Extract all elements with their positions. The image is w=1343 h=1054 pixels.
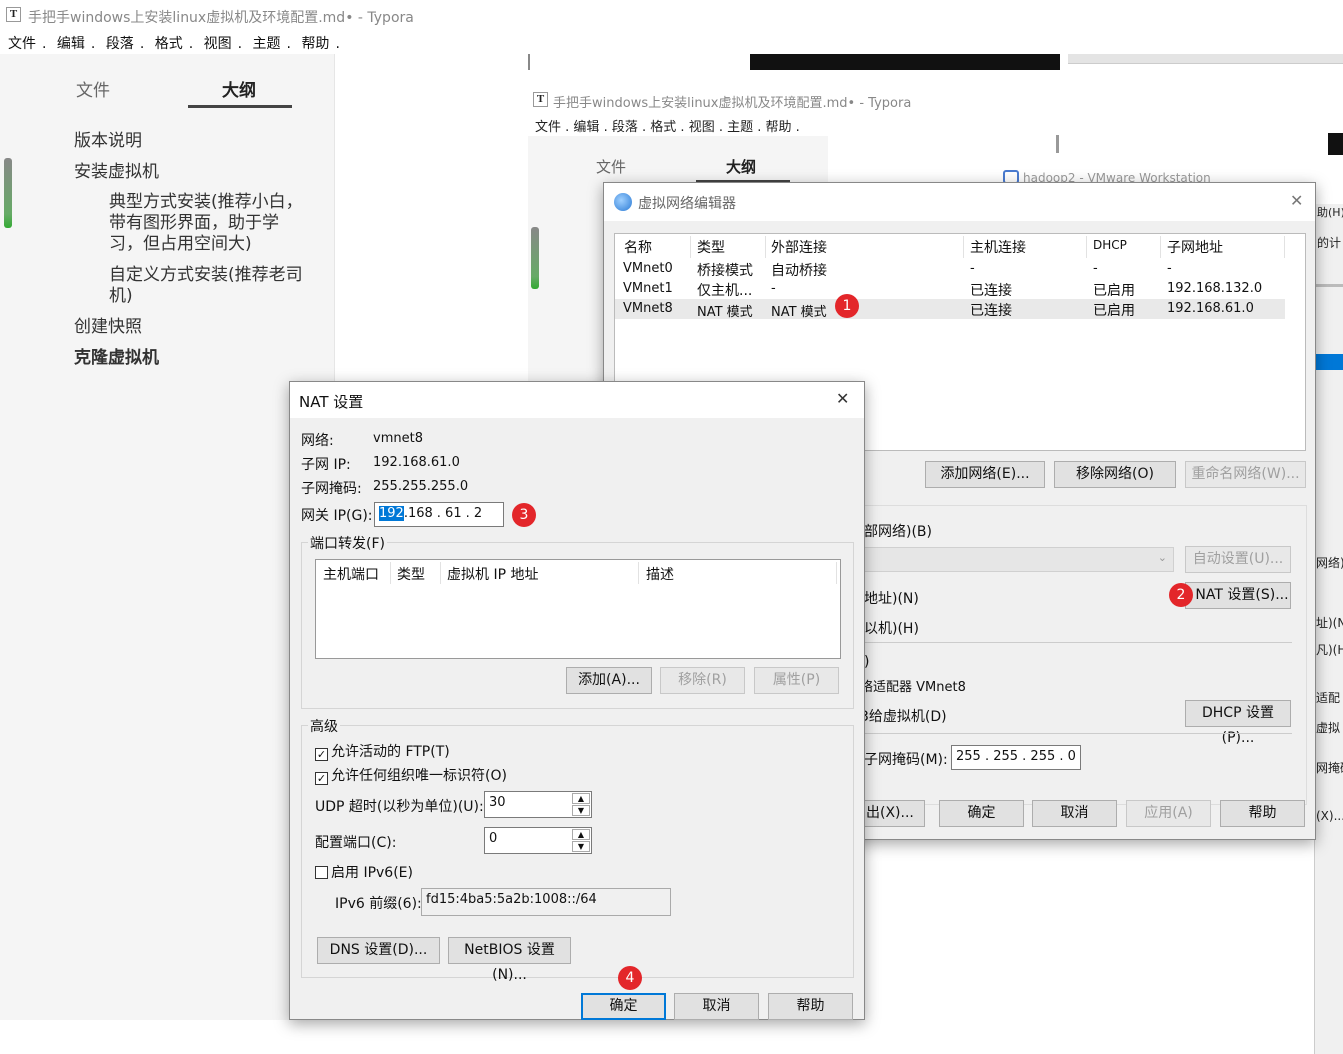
step-badge-3: 3 [512, 503, 536, 527]
nat-settings-dialog: NAT 设置 ✕ 网络: vmnet8 子网 IP: 192.168.61.0 … [289, 381, 865, 1020]
menu-theme[interactable]: 主题 [253, 36, 281, 52]
tab-files[interactable]: 文件 [76, 76, 110, 101]
outline-item-active[interactable]: 克隆虚拟机 [74, 348, 159, 369]
menu-view[interactable]: 视图 [204, 36, 232, 52]
remove-port-button[interactable]: 移除(R) [660, 667, 745, 694]
window-title: 手把手windows上安装linux虚拟机及环境配置.md• - Typora [28, 10, 414, 26]
menu-file[interactable]: 文件 [8, 36, 36, 52]
menu-bar: 文件. 编辑. 段落. 格式. 视图. 主题. 帮助. [8, 36, 340, 52]
subnet-value: 192.168.61.0 [373, 455, 460, 470]
chevron-down-icon: ⌄ [1157, 551, 1167, 564]
close-icon[interactable]: ✕ [836, 389, 849, 408]
scrollbar-thumb[interactable] [531, 227, 539, 289]
outline-item[interactable]: 创建快照 [74, 317, 142, 338]
menu-format[interactable]: 格式 [155, 36, 183, 52]
close-icon[interactable]: ✕ [1290, 191, 1303, 210]
vmware-side-panel: 助(H) 的计 网络) 址)(N 凡)(H) 适配 虚拟 网掩码 (X)... [1314, 204, 1343, 1054]
ipv6-prefix-input[interactable]: fd15:4ba5:5a2b:1008::/64 [421, 888, 671, 916]
tab-outline[interactable]: 大纲 [222, 76, 256, 101]
dns-settings-button[interactable]: DNS 设置(D)... [317, 937, 440, 964]
netbios-settings-button[interactable]: NetBIOS 设置(N)... [448, 937, 571, 983]
add-port-button[interactable]: 添加(A)... [566, 667, 652, 694]
auto-settings-button[interactable]: 自动设置(U)... [1185, 546, 1291, 573]
menu-bar: 文件 . 编辑 . 段落 . 格式 . 视图 . 主题 . 帮助 . [535, 120, 800, 135]
port-properties-button[interactable]: 属性(P) [754, 667, 839, 694]
table-row[interactable]: VMnet0 桥接模式 自动桥接 - - - [615, 259, 1285, 279]
vne-cancel-button[interactable]: 取消 [1032, 800, 1117, 827]
checkbox-checked-icon: ✓ [315, 748, 328, 761]
dhcp-settings-button[interactable]: DHCP 设置(P)... [1185, 700, 1291, 746]
step-badge-2: 2 [1169, 583, 1193, 607]
udp-timeout-spinner[interactable]: 30 ▲ ▼ [484, 791, 592, 818]
checkbox-unchecked-icon [315, 866, 328, 879]
menu-paragraph[interactable]: 段落 [106, 36, 134, 52]
export-button[interactable]: 出(X)... [862, 800, 925, 827]
dark-strip [750, 54, 1060, 70]
sidebar: 文件 大纲 版本说明 安装虚拟机 典型方式安装(推荐小白，带有图形界面，助于学习… [0, 54, 335, 1020]
vne-ok-button[interactable]: 确定 [939, 800, 1024, 827]
nat-ok-button[interactable]: 确定 [581, 993, 666, 1020]
vne-help-button[interactable]: 帮助 [1220, 800, 1305, 827]
network-value: vmnet8 [373, 431, 423, 446]
add-network-button[interactable]: 添加网络(E)... [925, 461, 1045, 488]
gateway-ip-input[interactable]: 192.168. 61. 2 [374, 502, 504, 527]
spin-up-icon[interactable]: ▲ [572, 793, 590, 804]
nat-cancel-button[interactable]: 取消 [674, 993, 759, 1020]
nat-title: NAT 设置 [299, 393, 364, 411]
rename-network-button[interactable]: 重命名网络(W)... [1185, 461, 1306, 488]
ipv6-checkbox[interactable]: 启用 IPv6(E) [315, 862, 413, 882]
menu-edit[interactable]: 编辑 [57, 36, 85, 52]
outline-item[interactable]: 自定义方式安装(推荐老司机) [109, 265, 309, 307]
typora-app-icon: T [6, 7, 21, 22]
outline-item[interactable]: 版本说明 [74, 131, 142, 152]
mask-value: 255.255.255.0 [373, 479, 469, 494]
menu-help[interactable]: 帮助 [301, 36, 329, 52]
vne-title: 虚拟网络编辑器 [638, 196, 736, 212]
nat-settings-button[interactable]: NAT 设置(S)... [1185, 582, 1291, 609]
bridge-select[interactable]: ⌄ [864, 547, 1174, 572]
config-port-spinner[interactable]: 0 ▲ ▼ [484, 827, 592, 854]
subnet-mask-input[interactable]: 255 . 255 . 255 . 0 [951, 745, 1081, 770]
ftp-checkbox[interactable]: ✓ 允许活动的 FTP(T) [315, 741, 450, 761]
port-forwarding-list[interactable]: 主机端口 类型 虚拟机 IP 地址 描述 [315, 559, 841, 659]
window-title: 手把手windows上安装linux虚拟机及环境配置.md• - Typora [553, 96, 912, 111]
outline-item[interactable]: 安装虚拟机 [74, 162, 159, 183]
nat-help-button[interactable]: 帮助 [768, 993, 853, 1020]
globe-icon [614, 193, 632, 211]
outline-item[interactable]: 典型方式安装(推荐小白，带有图形界面，助于学习，但占用空间大) [109, 192, 309, 255]
remove-network-button[interactable]: 移除网络(O) [1054, 461, 1176, 488]
table-row[interactable]: VMnet1 仅主机... - 已连接 已启用 192.168.132.0 [615, 279, 1285, 299]
vne-titlebar: 虚拟网络编辑器 ✕ [604, 183, 1315, 221]
typora-app-icon: T [533, 92, 548, 107]
scrollbar-thumb[interactable] [4, 158, 12, 228]
typora-title-bar: T 手把手windows上安装linux虚拟机及环境配置.md• - Typor… [0, 0, 1343, 30]
step-badge-1: 1 [835, 294, 859, 318]
spin-down-icon[interactable]: ▼ [572, 841, 590, 852]
oui-checkbox[interactable]: ✓ 允许任何组织唯一标识符(O) [315, 765, 507, 785]
spin-down-icon[interactable]: ▼ [572, 805, 590, 816]
step-badge-4: 4 [618, 966, 642, 990]
tab-underline [188, 105, 292, 108]
spin-up-icon[interactable]: ▲ [572, 829, 590, 840]
vne-apply-button[interactable]: 应用(A) [1126, 800, 1211, 827]
nat-titlebar: NAT 设置 ✕ [290, 382, 864, 418]
checkbox-checked-icon: ✓ [315, 772, 328, 785]
table-row-selected[interactable]: VMnet8 NAT 模式 NAT 模式 已连接 已启用 192.168.61.0 [615, 299, 1285, 320]
